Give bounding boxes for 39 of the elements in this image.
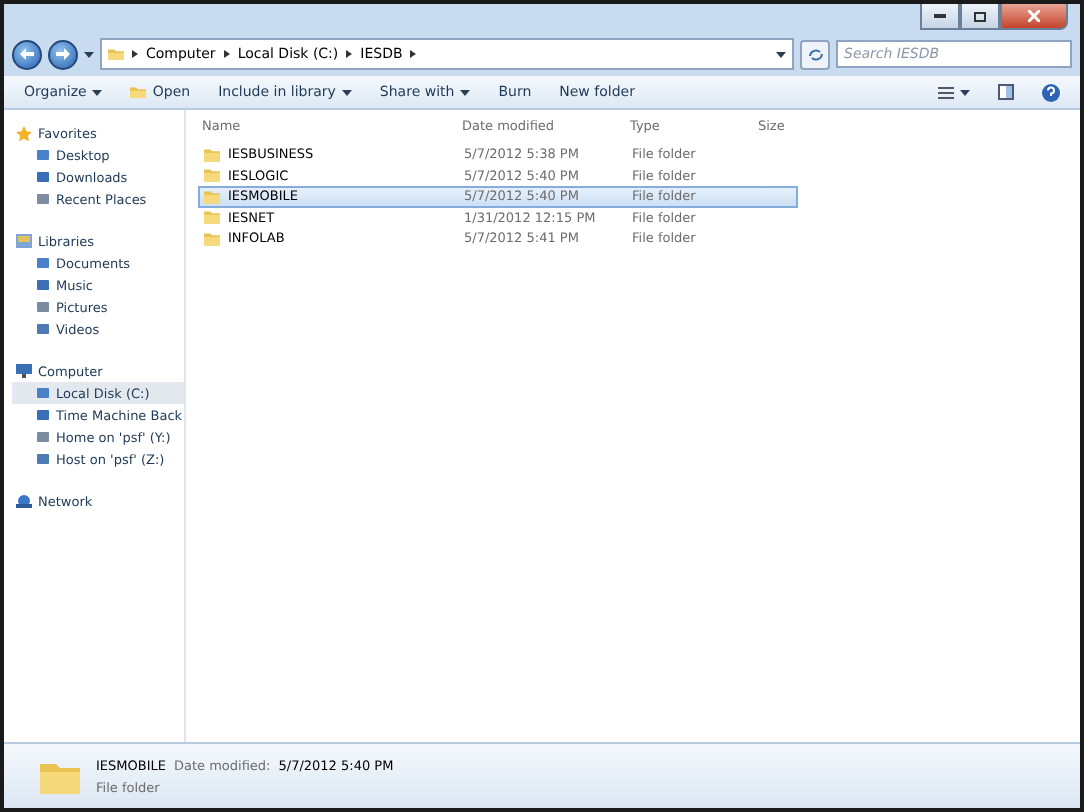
- folder-icon: [130, 85, 147, 99]
- refresh-button[interactable]: [800, 39, 830, 69]
- chevron-icon: [346, 50, 353, 58]
- help-button[interactable]: [1042, 83, 1060, 101]
- folder-icon: [204, 189, 220, 204]
- list-view-icon: [938, 85, 954, 99]
- pane-icon: [998, 84, 1014, 100]
- folder-icon: [204, 168, 220, 183]
- star-icon: [16, 125, 32, 141]
- close-button[interactable]: [1000, 4, 1068, 30]
- maximize-button[interactable]: [960, 4, 1000, 30]
- minimize-button[interactable]: [920, 4, 960, 30]
- maximize-icon: [974, 11, 986, 21]
- caret-icon: [460, 89, 471, 95]
- caret-icon: [341, 89, 352, 95]
- library-icon: [16, 234, 32, 248]
- forward-button[interactable]: [48, 39, 78, 69]
- caret-icon: [960, 89, 970, 95]
- computer-icon: [16, 364, 32, 378]
- preview-pane-button[interactable]: [998, 84, 1014, 100]
- folder-icon: [40, 759, 80, 793]
- close-icon: [1028, 10, 1040, 22]
- caret-icon: [92, 89, 103, 95]
- chevron-icon: [132, 50, 138, 58]
- folder-icon: [204, 231, 220, 246]
- refresh-icon: [807, 47, 823, 61]
- chevron-icon: [410, 50, 417, 58]
- chevron-icon: [223, 50, 230, 58]
- view-button[interactable]: [938, 85, 970, 99]
- right-arrow-icon: [56, 48, 70, 60]
- caret-icon: [776, 51, 786, 57]
- left-arrow-icon: [20, 48, 34, 60]
- folder-icon: [204, 210, 220, 225]
- caret-icon: [84, 51, 94, 57]
- minimize-icon: [934, 14, 946, 18]
- help-icon: [1042, 83, 1060, 101]
- folder-icon: [204, 147, 220, 162]
- folder-icon: [108, 47, 124, 61]
- back-button[interactable]: [12, 39, 42, 69]
